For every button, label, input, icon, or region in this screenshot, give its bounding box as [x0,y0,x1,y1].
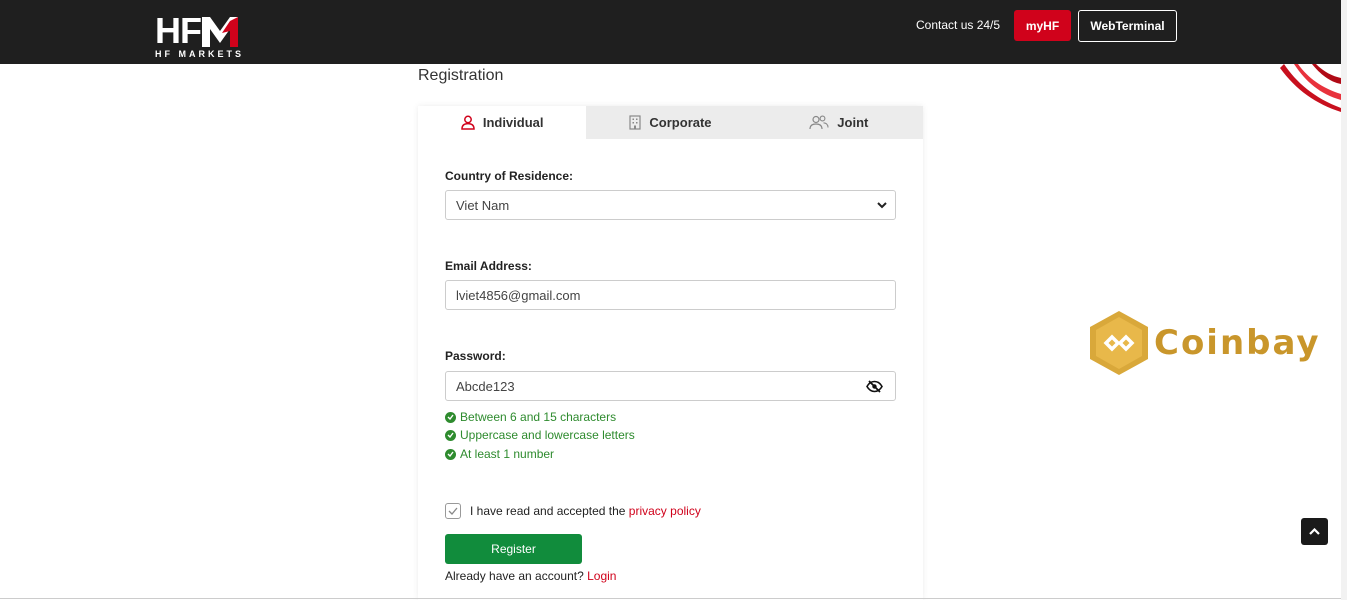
email-field[interactable]: lviet4856@gmail.com [445,280,896,310]
person-icon [461,115,475,130]
account-type-tabs: Individual Corporate Joint [418,106,923,139]
coinbay-text: Coinbay [1154,323,1321,363]
check-circle-icon [445,448,456,460]
group-icon [809,115,829,130]
decorative-ribbon-graphic [1280,64,1341,112]
registration-card: Individual Corporate Joint Country of Re… [418,106,923,600]
myhf-button[interactable]: myHF [1014,10,1071,41]
chevron-up-icon [1309,528,1320,535]
tab-corporate[interactable]: Corporate [586,106,754,139]
logo-wordmark: HF [155,10,250,51]
privacy-checkbox[interactable] [445,503,461,519]
country-select[interactable]: Viet Nam [445,190,896,220]
coinbay-logo-icon [1090,311,1148,375]
password-field[interactable]: Abcde123 [445,371,896,401]
divider [0,598,1341,599]
email-field-value: lviet4856@gmail.com [456,287,581,303]
agree-text: I have read and accepted the [470,504,626,518]
chevron-down-icon [877,202,887,209]
page-title: Registration [418,67,504,84]
tab-individual[interactable]: Individual [418,106,587,139]
password-rule-text: At least 1 number [460,447,555,461]
building-icon [629,115,642,130]
logo-m-mark [202,17,238,47]
country-label: Country of Residence: [445,169,574,183]
webterminal-button[interactable]: WebTerminal [1078,10,1177,42]
scroll-to-top-button[interactable] [1301,518,1328,545]
password-field-value: Abcde123 [456,378,515,394]
password-rule-case: Uppercase and lowercase letters [445,428,635,442]
scrollbar-track[interactable] [1341,0,1347,600]
login-link[interactable]: Login [587,569,616,583]
tab-corporate-label: Corporate [649,115,712,130]
top-navigation-bar: HF HF MARKETS Contact us 24/5 myHF WebTe… [0,0,1341,64]
email-label: Email Address: [445,259,532,273]
check-circle-icon [445,429,456,441]
password-rule-number: At least 1 number [445,447,554,461]
tab-joint[interactable]: Joint [755,106,923,139]
privacy-policy-link[interactable]: privacy policy [629,504,701,518]
coinbay-watermark: Coinbay [1090,311,1321,375]
password-rule-length: Between 6 and 15 characters [445,410,616,424]
hfm-logo[interactable]: HF HF MARKETS [155,10,250,60]
already-account-label: Already have an account? [445,569,588,583]
register-button[interactable]: Register [445,534,582,564]
check-circle-icon [445,411,456,423]
tab-individual-label: Individual [482,115,544,130]
logo-subtitle: HF MARKETS [155,49,244,59]
password-label: Password: [445,349,506,363]
tab-joint-label: Joint [837,115,869,130]
password-rule-text: Uppercase and lowercase letters [460,428,635,442]
password-rule-text: Between 6 and 15 characters [460,410,617,424]
eye-slash-icon[interactable] [866,380,883,393]
checkmark-icon [448,507,458,515]
already-account-text: Already have an account? Login [445,569,616,583]
country-select-value: Viet Nam [456,197,510,213]
contact-us-link[interactable]: Contact us 24/5 [916,18,1000,32]
logo-hf-text: HF [155,10,202,51]
privacy-agreement: I have read and accepted the privacy pol… [445,503,701,519]
